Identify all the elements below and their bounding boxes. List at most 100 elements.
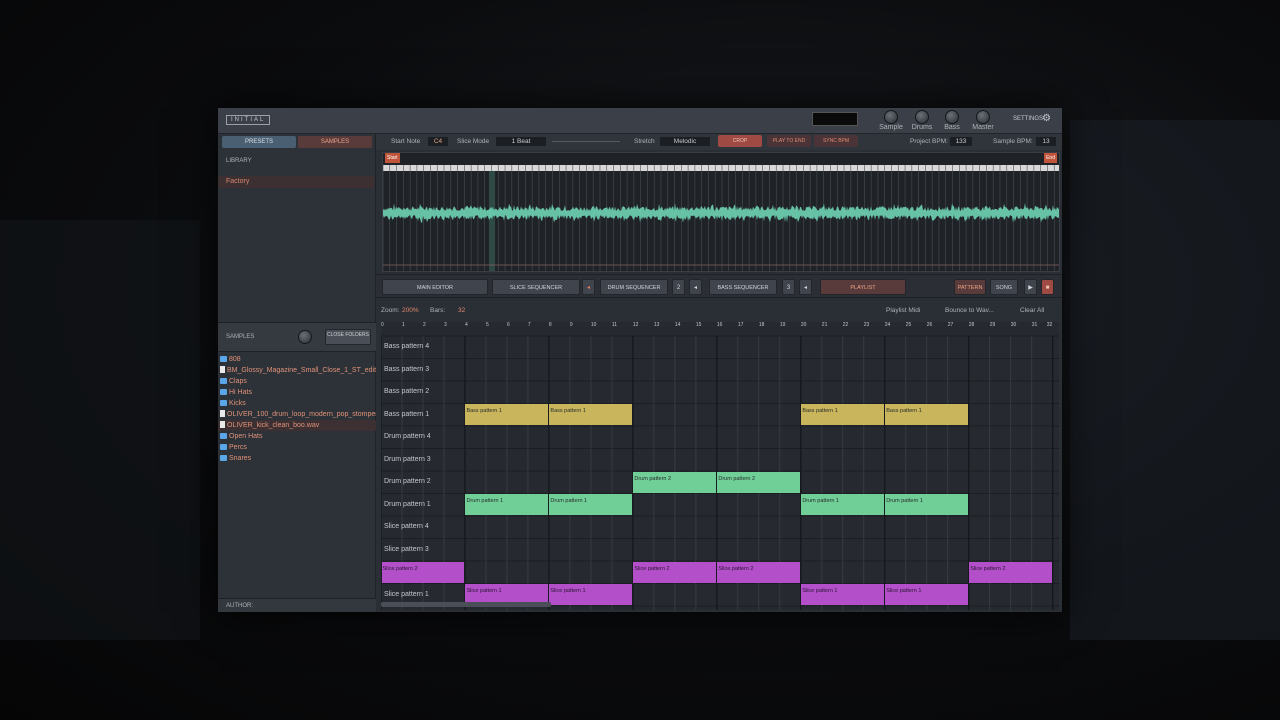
- bar-number: 14: [674, 322, 681, 328]
- pattern-block-slice[interactable]: Slice pattern 1: [549, 584, 633, 605]
- start-note-value[interactable]: C4: [428, 137, 448, 146]
- stretch-value[interactable]: Melodic: [660, 137, 710, 146]
- sync-bpm-button[interactable]: SYNC BPM: [814, 135, 858, 147]
- slice-speaker-icon[interactable]: ◂: [582, 279, 595, 295]
- pattern-block-slice[interactable]: Slice pattern 2: [381, 561, 465, 583]
- start-marker[interactable]: Start: [385, 153, 400, 163]
- sample-name: Kicks: [229, 400, 246, 407]
- bar-number: 24: [884, 322, 891, 328]
- crop-button[interactable]: CROP: [718, 135, 762, 147]
- slice-sequencer-button[interactable]: SLICE SEQUENCER: [492, 279, 580, 295]
- sample-knob[interactable]: [884, 110, 898, 124]
- bounce-to-wav-button[interactable]: Bounce to Wav...: [945, 307, 994, 314]
- library-item-factory[interactable]: Factory: [218, 176, 374, 188]
- plugin-window: INITIAL Sample Drums Bass Master SETTING…: [218, 108, 1062, 612]
- slice-mode-value[interactable]: 1 Beat: [496, 137, 546, 146]
- sample-controls-bar: Start Note C4 Slice Mode 1 Beat Stretch …: [376, 134, 1062, 150]
- bar-number: 1: [401, 322, 405, 328]
- sample-file-list: 808 BM_Glossy_Magazine_Small_Close_1_ST_e…: [218, 354, 376, 464]
- play-to-end-button[interactable]: PLAY TO END: [767, 135, 811, 147]
- pattern-block-slice[interactable]: Slice pattern 1: [885, 584, 969, 605]
- play-icon[interactable]: ▶: [1024, 279, 1037, 295]
- playlist-midi-button[interactable]: Playlist Midi: [886, 307, 920, 314]
- pattern-block-drum[interactable]: Drum pattern 1: [885, 494, 969, 515]
- pattern-block-bass[interactable]: Bass pattern 1: [465, 404, 549, 425]
- bar-number: 2: [422, 322, 426, 328]
- tab-samples[interactable]: SAMPLES: [298, 136, 372, 148]
- zoom-label: Zoom:: [381, 307, 400, 314]
- bar-number: 30: [1010, 322, 1017, 328]
- bar-number: 19: [779, 322, 786, 328]
- stop-icon[interactable]: ■: [1041, 279, 1054, 295]
- bass-speaker-icon[interactable]: ◂: [799, 279, 812, 295]
- pattern-button[interactable]: PATTERN: [954, 279, 986, 295]
- waveform-editor[interactable]: Start End: [382, 152, 1060, 272]
- stretch-label: Stretch: [634, 138, 655, 145]
- sample-file[interactable]: BM_Glossy_Magazine_Small_Close_1_ST_edit…: [218, 365, 376, 376]
- pattern-block-bass[interactable]: Bass pattern 1: [801, 404, 885, 425]
- sample-file[interactable]: OLIVER_kick_clean_boo.wav: [218, 420, 376, 431]
- sample-name: OLIVER_100_drum_loop_modern_pop_stomper.…: [227, 411, 376, 418]
- drum-speaker-icon[interactable]: ◂: [689, 279, 702, 295]
- pattern-block-drum[interactable]: Drum pattern 2: [717, 471, 801, 493]
- sample-file[interactable]: OLIVER_100_drum_loop_modern_pop_stomper.…: [218, 409, 376, 420]
- sample-name: BM_Glossy_Magazine_Small_Close_1_ST_edit…: [227, 367, 376, 374]
- sample-folder[interactable]: Percs: [218, 442, 376, 453]
- drums-knob[interactable]: [915, 110, 929, 124]
- drum-number[interactable]: 2: [672, 279, 685, 295]
- track-label: Slice pattern 3: [384, 545, 429, 553]
- pattern-block-slice[interactable]: Slice pattern 1: [801, 584, 885, 605]
- bass-knob[interactable]: [945, 110, 959, 124]
- sample-bpm-value[interactable]: 13: [1036, 137, 1056, 146]
- editor-nav-bar: MAIN EDITOR SLICE SEQUENCER ◂ DRUM SEQUE…: [376, 274, 1062, 298]
- zoom-value[interactable]: 200%: [402, 307, 419, 314]
- folder-icon: [220, 356, 227, 362]
- tab-presets[interactable]: PRESETS: [222, 136, 296, 148]
- playlist-button[interactable]: PLAYLIST: [820, 279, 906, 295]
- slice-mode-slider[interactable]: [552, 141, 620, 142]
- pattern-block-bass[interactable]: Bass pattern 1: [885, 404, 969, 425]
- master-knob[interactable]: [976, 110, 990, 124]
- drum-sequencer-button[interactable]: DRUM SEQUENCER: [600, 279, 668, 295]
- bar-number: 25: [905, 322, 912, 328]
- pattern-block-drum[interactable]: Drum pattern 1: [549, 494, 633, 515]
- pattern-block-slice[interactable]: Slice pattern 2: [969, 561, 1053, 583]
- samples-header: SAMPLES CLOSE FOLDERS: [218, 322, 376, 352]
- pattern-block-drum[interactable]: Drum pattern 1: [801, 494, 885, 515]
- sample-folder[interactable]: Claps: [218, 376, 376, 387]
- bass-sequencer-button[interactable]: BASS SEQUENCER: [709, 279, 777, 295]
- bar-number: 26: [926, 322, 933, 328]
- folder-icon: [220, 400, 227, 406]
- close-folders-button[interactable]: CLOSE FOLDERS: [325, 329, 371, 345]
- pattern-block-bass[interactable]: Bass pattern 1: [549, 404, 633, 425]
- bass-number[interactable]: 3: [782, 279, 795, 295]
- app-logo: INITIAL: [226, 115, 271, 125]
- clear-all-button[interactable]: Clear All: [1020, 307, 1044, 314]
- bar-number: 12: [632, 322, 639, 328]
- project-bpm-value[interactable]: 133: [950, 137, 972, 146]
- bar-number: 0: [381, 322, 384, 328]
- pattern-block-drum[interactable]: Drum pattern 1: [465, 494, 549, 515]
- pattern-block-drum[interactable]: Drum pattern 2: [633, 471, 717, 493]
- playlist-scrollbar[interactable]: [381, 602, 551, 607]
- folder-icon: [220, 433, 227, 439]
- pattern-block-slice[interactable]: Slice pattern 2: [633, 561, 717, 583]
- song-button[interactable]: SONG: [990, 279, 1018, 295]
- bar-number: 28: [968, 322, 975, 328]
- sample-folder[interactable]: Open Hats: [218, 431, 376, 442]
- gear-icon[interactable]: ⚙: [1042, 113, 1051, 124]
- sample-folder[interactable]: Hi Hats: [218, 387, 376, 398]
- settings-button[interactable]: SETTINGS: [1013, 116, 1043, 122]
- sample-folder[interactable]: 808: [218, 354, 376, 365]
- slice-mode-label: Slice Mode: [457, 138, 490, 145]
- playlist-grid[interactable]: 0 1 2 3 4 5 6 7 8 9 10 11 12 13 14 15 16 17 18 19 20 21 22 23 24…: [381, 322, 1059, 610]
- samples-volume-knob[interactable]: [298, 330, 312, 344]
- bars-value[interactable]: 32: [458, 307, 465, 314]
- pattern-block-slice[interactable]: Slice pattern 2: [717, 561, 801, 583]
- main-editor-button[interactable]: MAIN EDITOR: [382, 279, 488, 295]
- sample-name: Percs: [229, 444, 247, 451]
- sample-folder[interactable]: Kicks: [218, 398, 376, 409]
- sample-folder[interactable]: Snares: [218, 453, 376, 464]
- track-label: Bass pattern 4: [384, 343, 430, 350]
- end-marker[interactable]: End: [1044, 153, 1057, 163]
